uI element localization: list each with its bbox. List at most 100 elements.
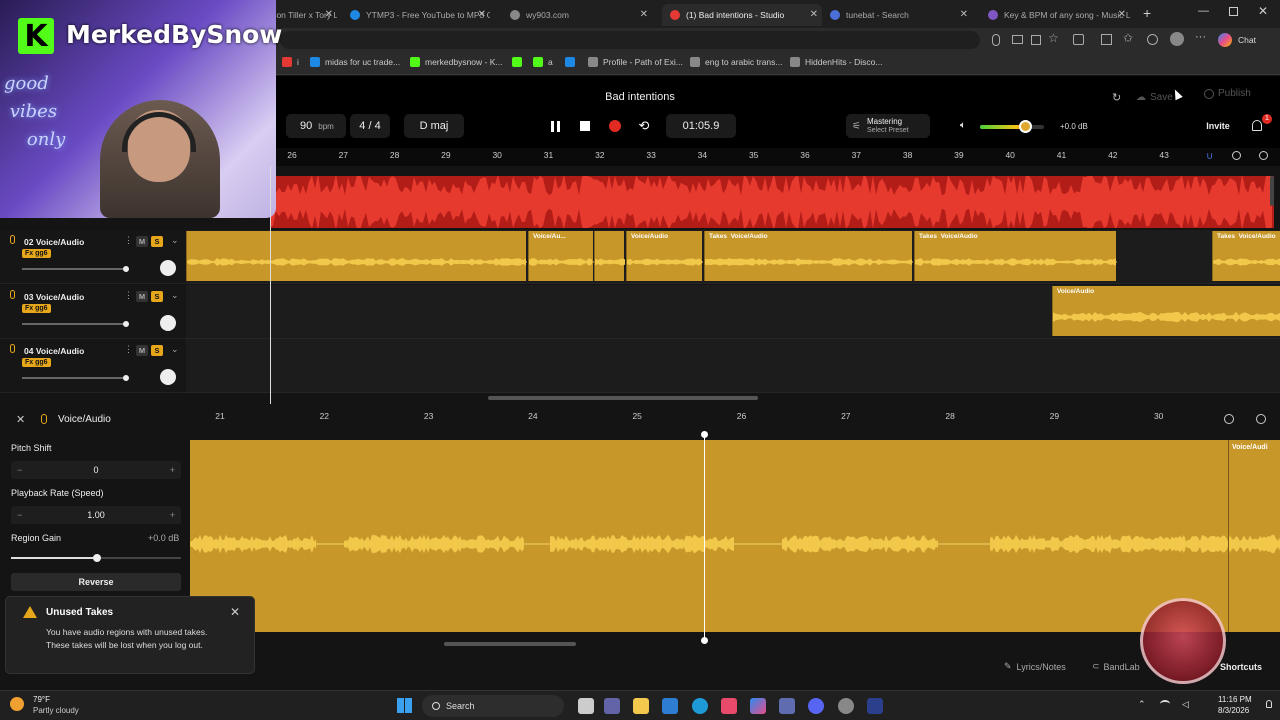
history-icon[interactable] [1147,34,1158,45]
profile-avatar[interactable] [1170,32,1184,46]
bookmark-item[interactable]: Profile - Path of Exi... [588,57,683,67]
tracks-h-scrollbar[interactable] [488,396,758,400]
tab-close-icon[interactable]: ✕ [478,9,486,20]
playback-rate-stepper[interactable]: − 1.00 + [11,506,181,524]
bookmark-item[interactable]: HiddenHits - Disco... [790,57,882,67]
notification-center-icon[interactable] [1266,700,1272,708]
wifi-icon[interactable] [1160,700,1170,708]
bookmark-item[interactable]: eng to arabic trans... [690,57,783,67]
pan-knob[interactable] [160,260,176,276]
track-volume-slider[interactable] [22,266,129,272]
pan-knob[interactable] [160,369,176,385]
browser-tab[interactable]: Key & BPM of any song - Music L ✕ [980,4,1130,26]
project-title[interactable]: Bad intentions [540,91,740,103]
reader-icon[interactable] [1012,35,1023,44]
mastering-control[interactable]: ⚟ Mastering Select Preset [846,114,930,138]
lyrics-notes-button[interactable]: ✎ Lyrics/Notes [1004,661,1066,672]
master-mute-icon[interactable]: 🔈︎ [960,120,966,131]
tray-chevron-icon[interactable]: ⌃ [1138,699,1146,710]
close-editor-button[interactable]: ✕ [16,413,25,426]
favorite-star-icon[interactable]: ☆ [1048,31,1059,45]
copilot-taskbar-icon[interactable] [750,698,766,714]
browser-tab[interactable]: tunebat - Search ✕ [822,4,972,26]
pause-button[interactable] [545,116,565,136]
editor-ruler[interactable]: 21 22 23 24 25 26 27 28 29 30 [0,404,1280,438]
solo-button[interactable]: S [151,345,163,356]
track-volume-thumb[interactable] [123,266,129,272]
track-volume-thumb[interactable] [123,321,129,327]
store-icon[interactable] [662,698,678,714]
rate-minus-button[interactable]: − [17,510,22,520]
record-button[interactable] [605,116,625,136]
teams-icon[interactable] [604,698,620,714]
track-volume-slider[interactable] [22,321,129,327]
app-icon[interactable] [721,698,737,714]
loop-button[interactable]: ⟲ [634,116,654,136]
track-menu-icon[interactable]: ⋮ [124,235,133,246]
phone-link-icon[interactable] [779,698,795,714]
browser-tab[interactable]: wy903.com ✕ [502,4,652,26]
track-volume-slider[interactable] [22,375,129,381]
address-input[interactable] [280,31,980,49]
bookmark-item[interactable] [565,57,580,67]
audio-clip[interactable]: Takes Voice/Audio [914,231,1117,281]
track-name[interactable]: 02 Voice/Audio [24,237,84,247]
mic-icon[interactable] [992,34,1000,46]
fx-badge[interactable]: Fx gg6 [22,304,51,313]
discord-icon[interactable] [808,698,824,714]
expand-chevron-icon[interactable]: ⌄ [171,290,179,301]
maximize-button[interactable] [1229,7,1238,16]
publish-button[interactable]: Publish [1204,88,1251,99]
copilot-icon[interactable] [1218,33,1232,47]
track-name[interactable]: 04 Voice/Audio [24,346,84,356]
browser-tab[interactable]: YTMP3 - Free YouTube to MP3 Co ✕ [342,4,490,26]
solo-button[interactable]: S [151,291,163,302]
magnet-icon[interactable]: ∪ [1206,151,1213,162]
notifications-bell-icon[interactable] [1252,120,1262,131]
new-tab-button[interactable]: + [1143,5,1151,21]
track-lane[interactable]: Voice/Au... Voice/Audio Takes Voice/Audio T… [186,230,1280,284]
task-view-icon[interactable] [578,698,594,714]
track-header[interactable]: 02 Voice/Audio ⋮ M S ⌄ Fx gg6 [0,230,186,284]
red-track-scrollbar[interactable] [1270,176,1274,206]
time-signature-control[interactable]: 4 / 4 [350,114,390,138]
weather-desc[interactable]: Partly cloudy [33,706,79,715]
bookmark-item[interactable]: i [282,57,299,67]
editor-zoom-in-icon[interactable] [1256,414,1266,424]
tab-close-icon[interactable]: ✕ [325,9,333,20]
pitch-shift-stepper[interactable]: − 0 + [11,461,181,479]
region-gain-slider[interactable] [11,554,181,562]
rate-plus-button[interactable]: + [170,510,175,520]
editor-zoom-out-icon[interactable] [1224,414,1234,424]
key-control[interactable]: D maj [404,114,464,138]
toast-close-button[interactable]: ✕ [230,605,240,619]
track-lane[interactable] [186,339,1280,393]
audio-clip[interactable] [594,231,625,281]
chat-label[interactable]: Chat [1238,35,1256,45]
bookmark-item[interactable]: midas for uc trade... [310,57,400,67]
apps-icon[interactable] [1031,35,1041,45]
split-screen-icon[interactable] [1101,34,1112,45]
mute-button[interactable]: M [136,236,148,247]
track-lane[interactable]: Voice/Audio [186,285,1280,339]
edge-icon[interactable] [692,698,708,714]
pitch-plus-button[interactable]: + [170,465,175,475]
weather-temp[interactable]: 79°F [33,695,50,704]
audio-clip[interactable]: Takes Voice/Audio [704,231,913,281]
pan-knob[interactable] [160,315,176,331]
close-window-button[interactable]: ✕ [1258,4,1268,18]
bookmark-item[interactable]: merkedbysnow - K... [410,57,502,67]
invite-button[interactable]: Invite [1199,114,1237,138]
stream-app-icon[interactable] [867,698,883,714]
tab-close-icon[interactable]: ✕ [640,9,648,20]
windows-start-icon[interactable] [397,698,412,713]
bpm-control[interactable]: 90 bpm [286,114,346,138]
track-menu-icon[interactable]: ⋮ [124,290,133,301]
stop-button[interactable] [575,116,595,136]
master-volume-slider[interactable] [980,120,1044,133]
clock-time[interactable]: 11:16 PM [1218,695,1252,704]
editor-clip[interactable]: Voice/Audi [190,440,1280,632]
more-menu-icon[interactable]: ··· [1195,31,1206,43]
track-header[interactable]: 03 Voice/Audio ⋮ M S ⌄ Fx gg6 [0,285,186,339]
tab-close-icon[interactable]: ✕ [1118,9,1126,20]
